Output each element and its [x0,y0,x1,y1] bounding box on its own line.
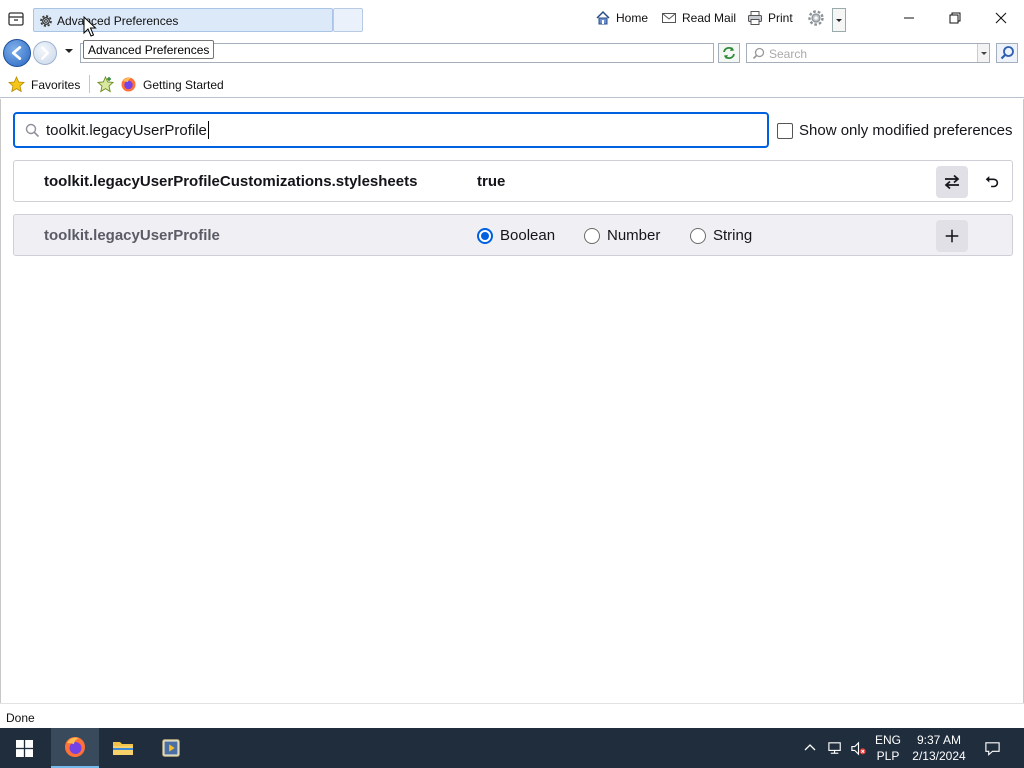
search-dropdown-icon[interactable] [977,44,989,62]
tray-overflow-icon[interactable] [802,728,818,768]
clock[interactable]: 9:37 AM 2/13/2024 [906,732,972,764]
print-button[interactable]: Print [747,9,793,27]
preference-value[interactable]: true [477,173,505,190]
favorites-separator [89,75,90,93]
title-bar: Advanced Preferences Home Read Mail Prin… [0,0,1024,37]
magnifier-icon [1000,46,1014,60]
tab-list-icon[interactable] [7,10,25,28]
getting-started-label: Getting Started [143,77,224,92]
toggle-button[interactable] [936,166,968,198]
clock-time: 9:37 AM [916,733,962,747]
taskbar-file-explorer[interactable] [99,728,147,768]
mail-icon [662,13,676,23]
tab-tooltip: Advanced Preferences [83,40,215,59]
preference-search-input[interactable]: toolkit.legacyUserProfile [13,112,769,148]
network-icon[interactable] [825,728,845,768]
forward-button[interactable] [33,41,57,65]
show-modified-label: Show only modified preferences [799,122,1013,139]
status-bar: Done [0,703,1024,728]
arrow-left-icon [11,46,22,60]
radio-button-selected[interactable] [477,227,493,244]
media-player-icon [162,739,180,757]
gear-icon [38,13,54,29]
add-favorite-button[interactable] [97,76,114,93]
close-icon [995,12,1007,24]
getting-started-link[interactable]: Getting Started [120,76,224,93]
home-button[interactable]: Home [595,9,648,27]
home-label: Home [616,11,649,25]
minimize-button[interactable] [886,0,932,36]
tools-gear-icon[interactable] [806,8,828,28]
type-radio-string[interactable]: String [690,227,752,244]
add-favorite-icon [97,76,114,93]
search-icon [752,47,765,60]
status-text: Done [6,711,35,725]
notifications-icon[interactable] [980,728,1004,768]
search-box[interactable]: Search [746,43,990,63]
type-radio-boolean[interactable]: Boolean [477,227,555,244]
search-placeholder: Search [769,47,808,61]
start-button[interactable] [0,728,48,768]
printer-icon [748,11,762,25]
language-code: ENG [874,733,901,747]
new-tab-button[interactable] [333,8,363,32]
favorites-button[interactable]: Favorites [8,76,80,93]
favorites-label: Favorites [31,77,81,92]
preference-name: toolkit.legacyUserProfileCustomizations.… [44,173,418,190]
radio-button[interactable] [584,227,600,244]
taskbar: ENG PLP 9:37 AM 2/13/2024 [0,728,1024,768]
tools-dropdown-button[interactable] [832,8,846,32]
print-label: Print [768,11,793,25]
type-label-boolean: Boolean [500,227,556,244]
close-button[interactable] [978,0,1024,36]
restore-button[interactable] [932,0,978,36]
preference-search-value: toolkit.legacyUserProfile [46,122,207,139]
star-icon [8,76,25,93]
taskbar-firefox[interactable] [51,728,99,768]
tab-title: Advanced Preferences [57,14,179,28]
undo-icon [985,176,999,188]
preference-row: toolkit.legacyUserProfileCustomizations.… [13,160,1013,202]
reset-button[interactable] [976,166,1008,198]
radio-button[interactable] [690,227,706,244]
read-mail-label: Read Mail [682,11,737,25]
new-preference-name: toolkit.legacyUserProfile [44,227,220,244]
type-label-number: Number [607,227,661,244]
refresh-button[interactable] [718,43,740,63]
language-indicator[interactable]: ENG PLP [871,732,905,764]
history-dropdown-icon[interactable] [63,45,75,57]
show-modified-checkbox[interactable]: Show only modified preferences [777,122,1012,139]
taskbar-media-player[interactable] [147,728,195,768]
mouse-cursor-icon [83,16,97,37]
arrow-right-icon [41,46,49,60]
windows-logo-icon [15,739,33,757]
search-icon [25,123,40,138]
minimize-icon [904,17,914,19]
preferences-page: toolkit.legacyUserProfile Show only modi… [0,99,1024,703]
new-preference-row: toolkit.legacyUserProfile Boolean Number… [13,214,1013,256]
search-go-button[interactable] [996,43,1018,63]
refresh-icon [723,47,735,59]
clock-date: 2/13/2024 [912,749,966,763]
add-preference-button[interactable] [936,220,968,252]
chevron-down-icon [836,19,842,22]
browser-window: Advanced Preferences Home Read Mail Prin… [0,0,1024,768]
firefox-icon [65,737,85,757]
back-button[interactable] [3,39,31,67]
type-radio-number[interactable]: Number [584,227,660,244]
keyboard-layout: PLP [876,749,900,763]
firefox-icon [121,77,136,92]
favorites-bar: Favorites Getting Started [0,69,1024,98]
type-label-string: String [713,227,753,244]
volume-muted-icon[interactable] [848,728,868,768]
folder-icon [113,742,133,755]
read-mail-button[interactable]: Read Mail [661,9,736,27]
restore-icon [949,12,961,24]
home-icon [596,10,610,25]
toggle-arrows-icon [944,174,960,190]
tab-advanced-preferences[interactable]: Advanced Preferences [33,8,333,32]
text-cursor [208,121,209,139]
checkbox-box[interactable] [777,122,793,139]
plus-icon [945,229,959,243]
